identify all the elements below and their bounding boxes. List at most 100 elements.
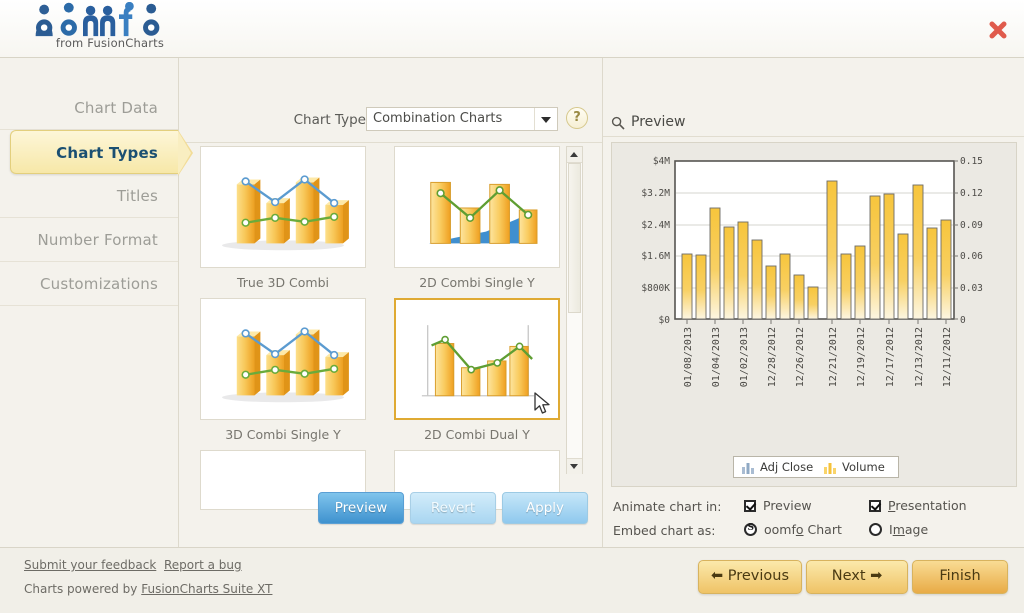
sidebar-item-chart-data[interactable]: Chart Data xyxy=(0,86,178,130)
chart-type-label: Chart Type xyxy=(294,112,366,128)
3d-combi-single-y-icon xyxy=(201,299,365,419)
sidebar-item-chart-types[interactable]: Chart Types xyxy=(10,130,178,174)
preview-panel: Preview $4M xyxy=(602,58,1024,547)
previous-button[interactable]: ⬅ Previous xyxy=(698,560,802,594)
divider xyxy=(178,142,602,143)
svg-text:0.12: 0.12 xyxy=(960,188,983,199)
svg-text:0.03: 0.03 xyxy=(960,283,983,294)
svg-text:12/21/2012: 12/21/2012 xyxy=(828,327,839,387)
footer: Submit your feedback Report a bug Charts… xyxy=(0,547,1024,613)
chart-type-row: Chart Type Combination Charts ? xyxy=(178,106,602,140)
submit-feedback-link[interactable]: Submit your feedback xyxy=(24,558,156,572)
chart-types-panel: Chart Type Combination Charts ? xyxy=(178,58,602,547)
preview-chart-frame: $4M $3.2M $2.4M $1.6M $800K $0 0.15 0.12… xyxy=(611,142,1017,487)
chart-type-tile-list: True 3D Combi xyxy=(200,146,580,530)
chart-type-value: Combination Charts xyxy=(373,111,502,126)
finish-button[interactable]: Finish xyxy=(912,560,1008,594)
revert-button[interactable]: Revert xyxy=(410,492,496,524)
help-icon[interactable]: ? xyxy=(566,107,588,129)
true-3d-combi-icon xyxy=(201,147,365,267)
svg-text:12/11/2012: 12/11/2012 xyxy=(942,327,953,387)
chart-type-tile-2d-combi-single-y[interactable] xyxy=(394,146,560,268)
chart-type-tile-caption: True 3D Combi xyxy=(200,272,366,294)
sidebar-item-label: Number Format xyxy=(38,231,158,249)
animate-presentation-checkbox[interactable] xyxy=(869,500,881,512)
close-icon[interactable] xyxy=(984,16,1012,44)
sidebar-item-label: Chart Types xyxy=(56,144,158,162)
mouse-cursor-icon xyxy=(534,392,552,416)
chart-type-select[interactable]: Combination Charts xyxy=(366,107,558,131)
adj-close-legend-icon xyxy=(742,462,754,474)
svg-text:0.15: 0.15 xyxy=(960,156,983,167)
animate-chart-row: Animate chart in: Preview Presentation xyxy=(613,496,1023,520)
svg-text:0.06: 0.06 xyxy=(960,251,983,262)
animate-preview-option[interactable]: Preview xyxy=(744,498,812,513)
embed-image-radio[interactable] xyxy=(869,523,882,536)
svg-text:$1.6M: $1.6M xyxy=(641,251,670,262)
action-buttons: Preview Revert Apply xyxy=(178,492,602,532)
embed-image-option[interactable]: Image xyxy=(869,522,928,537)
scrollbar-thumb[interactable] xyxy=(568,163,581,313)
magnifier-icon xyxy=(611,116,625,130)
chart-type-tile-3d-combi-single-y[interactable] xyxy=(200,298,366,420)
svg-text:12/17/2012: 12/17/2012 xyxy=(885,327,896,387)
animate-chart-label: Animate chart in: xyxy=(613,499,721,514)
sidebar-item-customizations[interactable]: Customizations xyxy=(0,262,178,306)
sidebar-item-titles[interactable]: Titles xyxy=(0,174,178,218)
svg-text:$2.4M: $2.4M xyxy=(641,220,670,231)
legend-label-volume: Volume xyxy=(842,460,885,474)
logo-subtitle: from FusionCharts xyxy=(30,36,190,50)
volume-legend-icon xyxy=(824,462,836,474)
scroll-down-icon[interactable] xyxy=(567,458,582,474)
next-button[interactable]: Next ➡ xyxy=(806,560,908,594)
preview-options: Animate chart in: Preview Presentation E… xyxy=(613,496,1023,544)
animate-presentation-option[interactable]: Presentation xyxy=(869,498,967,513)
oomfo-logo: from FusionCharts xyxy=(26,2,196,56)
2d-combi-single-y-icon xyxy=(395,147,559,267)
previous-label: Previous xyxy=(728,568,789,584)
embed-image-label: Image xyxy=(889,522,928,537)
legend-label-adj-close: Adj Close xyxy=(760,460,813,474)
svg-text:$3.2M: $3.2M xyxy=(641,188,670,199)
powered-by-prefix: Charts powered by xyxy=(24,582,141,596)
embed-oomfo-label: oomfo Chart xyxy=(764,522,842,537)
chart-type-tile-caption: 2D Combi Single Y xyxy=(394,272,560,294)
sidebar-item-label: Customizations xyxy=(40,275,158,293)
svg-text:01/08/2013: 01/08/2013 xyxy=(683,327,694,387)
title-bar: from FusionCharts xyxy=(0,0,1024,58)
arrow-right-icon: ➡ xyxy=(870,568,882,584)
embed-oomfo-option[interactable]: oomfo Chart xyxy=(744,522,842,537)
svg-text:0: 0 xyxy=(960,315,966,326)
chart-type-tile-caption: 2D Combi Dual Y xyxy=(394,424,560,446)
preview-button[interactable]: Preview xyxy=(318,492,404,524)
sidebar: Chart Data Chart Types Titles Number For… xyxy=(0,58,179,547)
chart-type-tile-2d-combi-dual-y[interactable] xyxy=(394,298,560,420)
sidebar-item-label: Chart Data xyxy=(74,99,158,117)
embed-oomfo-radio[interactable] xyxy=(744,523,757,536)
scroll-up-icon[interactable] xyxy=(567,147,582,163)
chart-legend[interactable]: Adj Close Volume xyxy=(733,456,899,478)
animate-presentation-label: Presentation xyxy=(888,498,967,513)
sidebar-item-label: Titles xyxy=(117,187,158,205)
svg-text:$4M: $4M xyxy=(653,156,670,167)
tile-list-scrollbar[interactable] xyxy=(566,146,583,474)
preview-title: Preview xyxy=(631,114,686,130)
chart-type-tile-caption: 3D Combi Single Y xyxy=(200,424,366,446)
embed-chart-row: Embed chart as: oomfo Chart Image xyxy=(613,520,1023,544)
svg-text:$800K: $800K xyxy=(641,283,670,294)
chevron-down-icon[interactable] xyxy=(534,108,557,130)
arrow-left-icon: ⬅ xyxy=(711,568,723,584)
sidebar-item-number-format[interactable]: Number Format xyxy=(0,218,178,262)
powered-by-text: Charts powered by FusionCharts Suite XT xyxy=(24,582,272,596)
oomfo-chart-wizard: from FusionCharts Chart Data Chart Types… xyxy=(0,0,1024,612)
svg-text:01/02/2013: 01/02/2013 xyxy=(739,327,750,387)
svg-text:12/26/2012: 12/26/2012 xyxy=(795,327,806,387)
svg-text:$0: $0 xyxy=(659,315,671,326)
oomfo-logo-icon xyxy=(26,2,176,38)
apply-button[interactable]: Apply xyxy=(502,492,588,524)
chart-type-tile-true-3d-combi[interactable] xyxy=(200,146,366,268)
report-bug-link[interactable]: Report a bug xyxy=(164,558,242,572)
fusioncharts-link[interactable]: FusionCharts Suite XT xyxy=(141,582,272,596)
animate-preview-checkbox[interactable] xyxy=(744,500,756,512)
svg-text:01/04/2013: 01/04/2013 xyxy=(711,327,722,387)
